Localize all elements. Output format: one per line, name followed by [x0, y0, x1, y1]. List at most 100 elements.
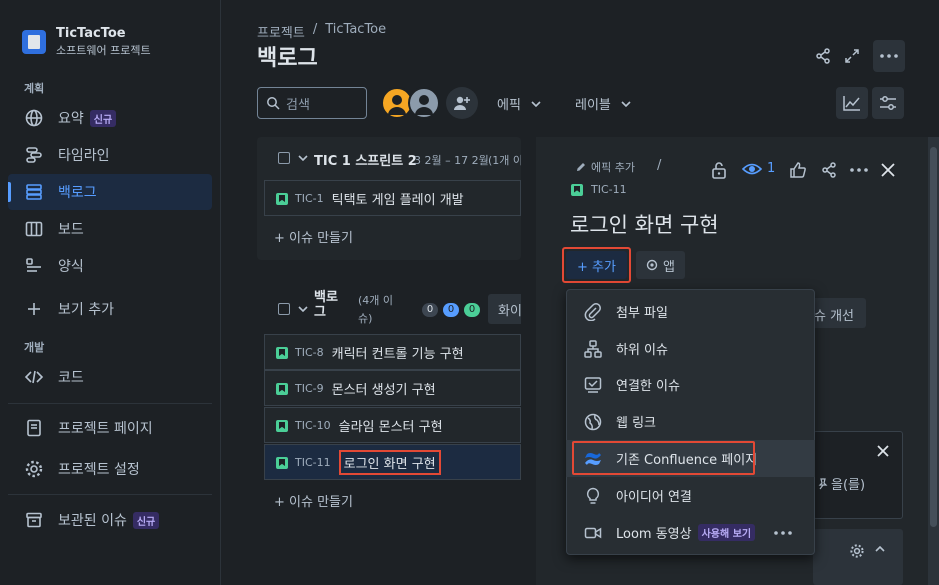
add-user-icon — [454, 96, 470, 110]
table-row[interactable]: TIC-1 틱택토 게임 플레이 개발 — [264, 180, 521, 216]
chevron-down-icon[interactable] — [298, 155, 308, 161]
project-logo[interactable] — [22, 30, 46, 54]
pencil-icon — [577, 163, 585, 171]
breadcrumb-separator: / — [657, 158, 662, 173]
watch-count: 1 — [767, 161, 776, 176]
table-row[interactable]: TIC-10 슬라임 몬스터 구현 — [264, 407, 521, 443]
add-people-button[interactable] — [446, 87, 478, 119]
table-row-selected[interactable]: TIC-11 로그인 화면 구현 — [264, 444, 521, 480]
page-icon — [27, 419, 41, 437]
breadcrumb-project[interactable]: TicTacToe — [325, 22, 386, 41]
create-issue-button[interactable]: + 이슈 만들기 — [274, 227, 353, 246]
new-badge: 신규 — [132, 511, 160, 529]
sidebar-item-summary[interactable]: 요약 신규 — [8, 100, 212, 136]
project-name[interactable]: TicTacToe — [56, 26, 126, 41]
epic-filter[interactable]: 에픽 — [497, 94, 541, 113]
menu-item-label: 하위 이슈 — [616, 343, 668, 358]
story-icon — [276, 420, 288, 432]
avatar[interactable] — [408, 87, 440, 119]
view-settings-button[interactable] — [872, 87, 904, 119]
sidebar-item-backlog[interactable]: 백로그 — [8, 174, 212, 210]
sprint-checkbox[interactable] — [278, 152, 290, 164]
issue-title[interactable]: 로그인 화면 구현 — [570, 209, 719, 239]
done-count-badge: 0 — [464, 303, 480, 317]
sidebar-item-archived-issues[interactable]: 보관된 이슈 신규 — [8, 502, 212, 538]
table-row[interactable]: TIC-9 몬스터 생성기 구현 — [264, 370, 521, 406]
create-sprint-button[interactable]: 화이 — [488, 294, 521, 324]
close-icon[interactable] — [880, 162, 896, 178]
menu-item-attachment[interactable]: 첨부 파일 — [566, 293, 815, 330]
chevron-up-icon[interactable] — [875, 546, 885, 552]
sprint-dates: 3 2월 – 17 2월 — [414, 154, 489, 167]
sidebar-item-label: 프로젝트 페이지 — [58, 421, 153, 437]
add-button[interactable]: + 추가 — [566, 251, 627, 279]
label-filter[interactable]: 레이블 — [575, 94, 631, 113]
issue-key[interactable]: TIC-9 — [295, 382, 324, 395]
unlock-icon[interactable] — [711, 161, 727, 179]
sidebar-item-project-pages[interactable]: 프로젝트 페이지 — [8, 410, 212, 446]
issue-key[interactable]: TIC-11 — [295, 456, 331, 469]
issue-key[interactable]: TIC-1 — [295, 192, 324, 205]
in-progress-count-badge: 0 — [443, 303, 459, 317]
globe-icon — [25, 109, 43, 127]
scrollbar[interactable] — [928, 137, 939, 585]
insights-button[interactable] — [836, 87, 868, 119]
menu-item-subtask[interactable]: 하위 이슈 — [566, 330, 815, 367]
expand-icon — [845, 49, 859, 63]
apps-button[interactable]: 앱 — [636, 251, 685, 279]
breadcrumb-projects[interactable]: 프로젝트 — [257, 22, 305, 41]
create-issue-button[interactable]: + 이슈 만들기 — [274, 491, 353, 510]
watch-button[interactable]: 1 — [742, 161, 775, 176]
resize-handle[interactable] — [521, 137, 536, 585]
backlog-checkbox[interactable] — [278, 303, 290, 315]
issue-key-link[interactable]: TIC-11 — [571, 183, 627, 196]
pin-icon — [818, 477, 828, 489]
more-icon[interactable] — [774, 531, 792, 535]
share-icon[interactable] — [820, 161, 838, 179]
backlog-name: 백로 그 — [314, 290, 338, 320]
issue-key[interactable]: TIC-10 — [295, 419, 331, 432]
menu-item-web-link[interactable]: 웹 링크 — [566, 403, 815, 440]
chevron-down-icon[interactable] — [298, 306, 308, 312]
issue-key[interactable]: TIC-8 — [295, 346, 324, 359]
sidebar: TicTacToe 소프트웨어 프로젝트 계획 요약 신규 타임라인 백로그 보… — [0, 0, 221, 585]
chart-icon — [843, 96, 860, 111]
sidebar-item-timeline[interactable]: 타임라인 — [8, 137, 212, 173]
sidebar-item-board[interactable]: 보드 — [8, 211, 212, 247]
share-button[interactable] — [807, 40, 839, 72]
search-input[interactable]: 검색 — [257, 87, 367, 119]
plus-icon — [28, 303, 40, 315]
backlog-count-line2: 슈) — [358, 312, 373, 325]
more-icon[interactable] — [850, 168, 868, 172]
issue-summary: 몬스터 생성기 구현 — [331, 382, 436, 398]
table-row[interactable]: TIC-8 캐릭터 컨트롤 기능 구현 — [264, 334, 521, 370]
gear-icon[interactable] — [849, 543, 865, 559]
menu-item-linked-issue[interactable]: 연결한 이슈 — [566, 366, 815, 403]
pin-field[interactable]: 을(를) — [817, 474, 865, 493]
sidebar-item-project-settings[interactable]: 프로젝트 설정 — [8, 451, 212, 487]
thumbs-up-icon[interactable] — [789, 161, 807, 179]
chevron-down-icon — [621, 100, 631, 107]
fullscreen-button[interactable] — [836, 40, 868, 72]
globe-icon — [584, 413, 602, 430]
story-icon — [276, 193, 288, 205]
more-actions-button[interactable] — [873, 40, 905, 72]
confluence-highlight — [572, 441, 755, 475]
video-icon — [584, 527, 602, 538]
menu-item-idea[interactable]: 아이디어 연결 — [566, 477, 815, 514]
story-icon — [571, 183, 583, 196]
share-icon — [816, 48, 830, 64]
sidebar-item-label: 요약 — [58, 111, 84, 127]
sidebar-item-forms[interactable]: 양식 — [8, 248, 212, 284]
add-epic-link[interactable]: 에픽 추가 — [575, 159, 635, 175]
sidebar-item-add-view[interactable]: 보기 추가 — [8, 291, 212, 327]
timeline-icon — [26, 147, 42, 163]
project-type: 소프트웨어 프로젝트 — [56, 44, 151, 57]
sidebar-item-code[interactable]: 코드 — [8, 359, 212, 395]
close-icon[interactable] — [877, 445, 889, 457]
subtask-icon — [584, 339, 602, 358]
sprint-name: TIC 1 스프린트 2 — [314, 154, 417, 169]
sidebar-item-label: 백로그 — [58, 185, 97, 201]
issue-summary: 캐릭터 컨트롤 기능 구현 — [331, 346, 464, 362]
sidebar-item-label: 타임라인 — [58, 148, 110, 164]
